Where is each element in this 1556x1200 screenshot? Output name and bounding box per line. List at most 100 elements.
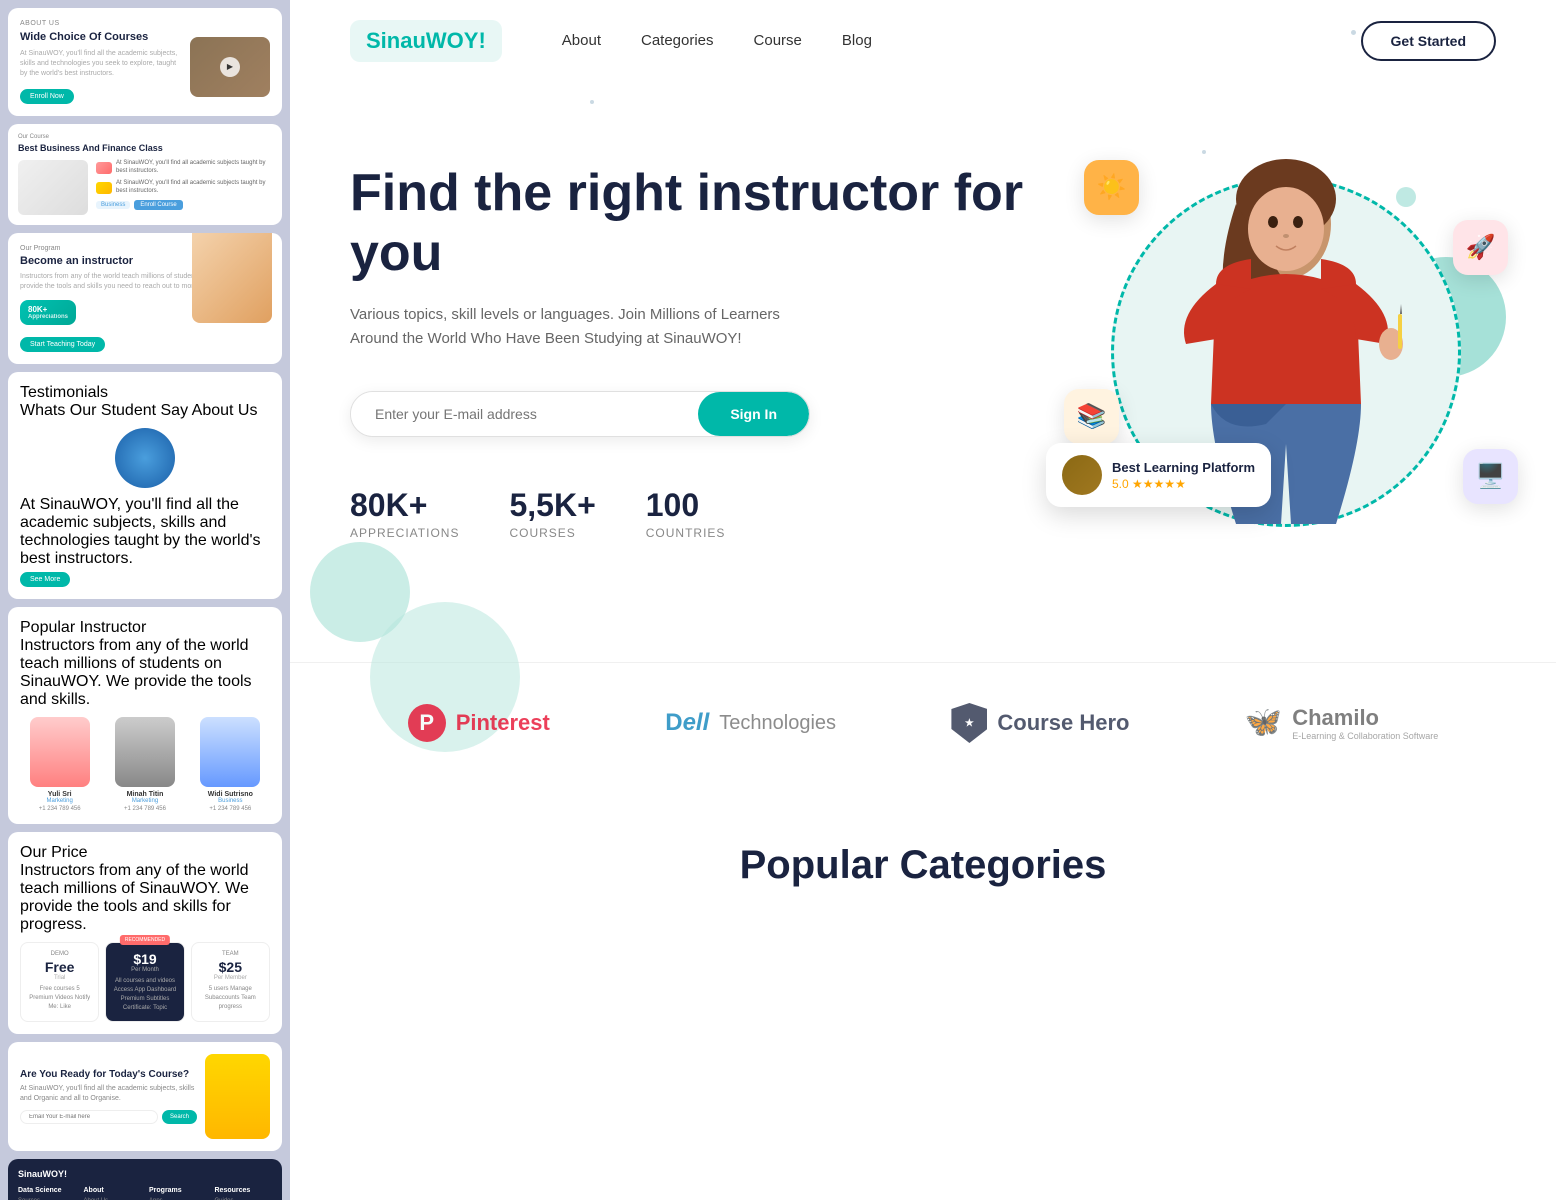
coursehero-name: Course Hero: [997, 710, 1129, 736]
footer-col-1-title: Data Science: [18, 1187, 76, 1194]
email-input[interactable]: [351, 392, 698, 436]
sidebar-about-section: About Us Wide Choice Of Courses At Sinau…: [8, 8, 282, 116]
instructor-photo-1: [30, 717, 90, 787]
cta-image: [205, 1054, 270, 1139]
pricing-demo-features: Free courses 5 Premium Videos Notify Me:…: [27, 985, 92, 1012]
instructor-name-1: Yuli Sri: [20, 791, 99, 798]
hero-title: Find the right instructor for you: [350, 164, 1036, 284]
cta-submit-button[interactable]: Search: [162, 1110, 197, 1124]
sidebar-testimonials-section: Testimonials Whats Our Student Say About…: [8, 372, 282, 599]
pricing-title: Our Price: [20, 844, 270, 862]
categories-section: Popular Categories: [290, 783, 1556, 938]
sidebar-testimonials-title: Whats Our Student Say About Us: [20, 402, 270, 420]
partner-coursehero: ★ Course Hero: [951, 703, 1129, 743]
sidebar-instructor-section: Our Program Become an instructor Instruc…: [8, 233, 282, 364]
pricing-recommended: RECOMMENDED $19 Per Month All courses an…: [105, 942, 184, 1022]
main-content: SinauWOY! About Categories Course Blog G…: [290, 0, 1556, 1200]
course-badge: Business: [96, 201, 130, 209]
partner-pinterest: P Pinterest: [408, 704, 550, 742]
sun-emoji: ☀️: [1097, 173, 1127, 202]
sidebar-course-tag: Our Course: [18, 134, 272, 140]
pricing-demo-tag: DEMO: [27, 951, 92, 957]
stat-courses: 5,5K+ COURSES: [509, 487, 595, 540]
chamilo-name: Chamilo: [1292, 705, 1438, 731]
instructor-role-2: Marketing: [105, 798, 184, 804]
instructor-name-2: Minah Titin: [105, 791, 184, 798]
dell-technologies: Technologies: [719, 712, 836, 735]
globe-image: [115, 428, 175, 488]
stat-countries: 100 COUNTRIES: [646, 487, 726, 540]
floating-icon-screen: 🖥️: [1463, 449, 1518, 504]
sidebar-about-image: ▶: [190, 37, 270, 97]
stars-icons: ★★★★★: [1132, 477, 1186, 491]
learning-badge: Best Learning Platform 5.0 ★★★★★: [1046, 443, 1271, 507]
instructor-card-1: Yuli Sri Marketing +1 234 789 456: [20, 717, 99, 812]
course-items: At SinauWOY, you'll find all academic su…: [96, 160, 272, 215]
sidebar-cta-section: Are You Ready for Today's Course? At Sin…: [8, 1042, 282, 1151]
recommended-badge: RECOMMENDED: [120, 935, 170, 945]
nav-course[interactable]: Course: [754, 32, 802, 49]
sidebar-enroll-button[interactable]: Enroll Now: [20, 89, 74, 104]
play-icon[interactable]: ▶: [220, 57, 240, 77]
nav-links: About Categories Course Blog: [562, 32, 1361, 50]
sign-in-button[interactable]: Sign In: [698, 392, 809, 436]
nav-blog[interactable]: Blog: [842, 32, 872, 49]
cta-body: At SinauWOY, you'll find all the academi…: [20, 1084, 197, 1104]
course-item-icon-1: [96, 162, 112, 174]
stat-countries-number: 100: [646, 487, 726, 524]
floating-icon-rocket: 🚀: [1453, 220, 1508, 275]
instructor-phone-2: +1 234 789 456: [105, 806, 184, 812]
instructor-photo-3: [200, 717, 260, 787]
dell-ell: ell: [683, 709, 710, 736]
sidebar-seemore-button[interactable]: See More: [20, 572, 70, 587]
navbar: SinauWOY! About Categories Course Blog G…: [290, 0, 1556, 82]
pricing-rec-price: $19: [112, 951, 177, 967]
partner-chamilo: 🦋 Chamilo E-Learning & Collaboration Sof…: [1245, 705, 1438, 742]
stat-appreciations: 80K+ APPRECIATIONS: [350, 487, 459, 540]
pricing-body: Instructors from any of the world teach …: [20, 862, 270, 934]
navbar-logo: SinauWOY!: [350, 20, 502, 62]
pricing-rec-period: Per Month: [112, 967, 177, 973]
course-item-text-2: At SinauWOY, you'll find all academic su…: [116, 180, 272, 196]
sidebar-popular-instructors: Popular Instructor Instructors from any …: [8, 607, 282, 824]
badge-title: Best Learning Platform: [1112, 460, 1255, 475]
search-bar: Sign In: [350, 391, 810, 437]
popular-instructor-title: Popular Instructor: [20, 619, 270, 637]
sidebar-course-card: Our Course Best Business And Finance Cla…: [8, 124, 282, 226]
stat-80k-number: 80K+: [28, 305, 68, 314]
sidebar-course-title: Best Business And Finance Class: [18, 143, 272, 155]
sidebar-teach-button[interactable]: Start Teaching Today: [20, 337, 105, 352]
dell-d: D: [665, 709, 682, 736]
badge-stars: 5.0 ★★★★★: [1112, 477, 1255, 491]
pricing-team-price: $25: [198, 959, 263, 975]
book-emoji: 📚: [1077, 402, 1107, 431]
rocket-emoji: 🚀: [1466, 233, 1496, 262]
nav-categories[interactable]: Categories: [641, 32, 714, 49]
cta-input-row: Search: [20, 1110, 197, 1124]
sidebar-about-body: At SinauWOY, you'll find all the academi…: [20, 49, 184, 78]
footer-col-2: About About Us Blog: [84, 1187, 142, 1200]
hero-right: ☀️ 🚀 📚 🖥️ Best Learning Platform: [1076, 177, 1496, 527]
hero-section: Find the right instructor for you Variou…: [290, 82, 1556, 662]
instructor-card-3: Widi Sutrisno Business +1 234 789 456: [191, 717, 270, 812]
chamilo-text: Chamilo E-Learning & Collaboration Softw…: [1292, 705, 1438, 742]
pricing-team: TEAM $25 Per Member 5 users Manage Subac…: [191, 942, 270, 1022]
stats-row: 80K+ APPRECIATIONS 5,5K+ COURSES 100 COU…: [350, 487, 1036, 540]
sidebar-footer: SinauWOY! Data Science Sources Courses A…: [8, 1159, 282, 1200]
nav-about[interactable]: About: [562, 32, 601, 49]
footer-col-4-title: Resources: [215, 1187, 273, 1194]
coursehero-shield-icon: ★: [951, 703, 987, 743]
instructor-phone-3: +1 234 789 456: [191, 806, 270, 812]
footer-columns: Data Science Sources Courses About About…: [18, 1187, 272, 1200]
stat-courses-number: 5,5K+: [509, 487, 595, 524]
hero-subtitle: Various topics, skill levels or language…: [350, 303, 810, 351]
course-enroll-button[interactable]: Enroll Course: [134, 200, 182, 210]
pricing-demo-price: Free: [27, 959, 92, 975]
shield-star: ★: [965, 718, 974, 729]
cta-email-input[interactable]: [20, 1110, 158, 1124]
footer-col-1: Data Science Sources Courses: [18, 1187, 76, 1200]
instructor-card-2: Minah Titin Marketing +1 234 789 456: [105, 717, 184, 812]
get-started-button[interactable]: Get Started: [1361, 21, 1496, 61]
stat-countries-label: COUNTRIES: [646, 526, 726, 540]
chamilo-sub: E-Learning & Collaboration Software: [1292, 731, 1438, 742]
